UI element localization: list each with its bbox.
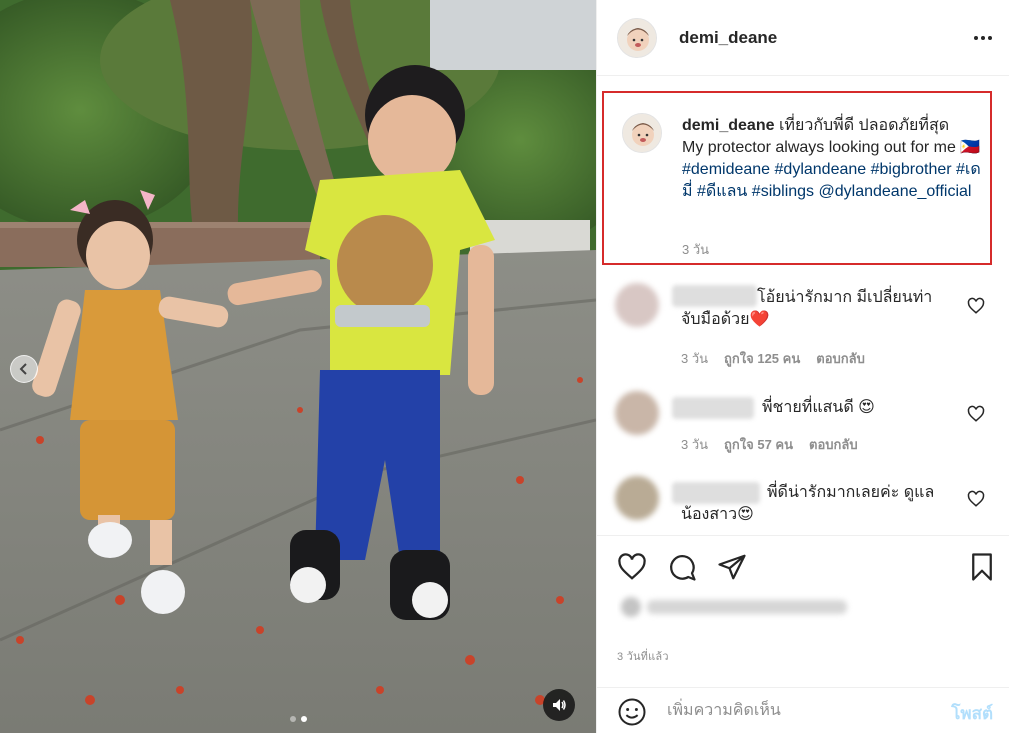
likes-summary-blurred[interactable] <box>617 592 867 622</box>
comment-icon <box>670 555 696 581</box>
commenter-avatar[interactable] <box>615 283 659 327</box>
commenter-username-blurred[interactable] <box>672 482 760 504</box>
like-button[interactable] <box>615 550 649 584</box>
add-comment-bar: โพสต์ <box>597 687 1009 733</box>
comment-text: พี่ชายที่แสนดี 😍 <box>762 399 875 416</box>
heart-icon[interactable] <box>967 297 985 315</box>
comment-item: พี่ดีน่ารักมากเลยค่ะ ดูแล น้องสาว😍 <box>597 470 1009 530</box>
comment-button[interactable] <box>665 550 699 584</box>
post-author-username[interactable]: demi_deane <box>679 28 777 48</box>
commenter-username-blurred[interactable] <box>672 397 754 419</box>
hashtag[interactable]: #bigbrother <box>871 161 952 178</box>
avatar[interactable] <box>617 17 657 58</box>
caption-text: demi_deane เที่ยวกับพี่ดี ปลอดภัยที่สุด … <box>682 115 982 203</box>
avatar-image <box>618 18 656 57</box>
hashtag[interactable]: #ดีแลน <box>697 183 747 200</box>
post-comment-button[interactable]: โพสต์ <box>951 700 993 727</box>
hashtag[interactable]: #demideane <box>682 161 770 178</box>
carousel-dot <box>289 716 296 722</box>
post-header: demi_deane <box>597 0 1009 76</box>
comment-item: โอ้ยน่ารักมาก มีเปลี่ยนท่า จับมือด้วย❤️ … <box>597 275 1009 375</box>
comment-text: จับมือด้วย❤️ <box>681 311 770 328</box>
hashtag[interactable]: #siblings <box>752 183 814 200</box>
caption-timestamp[interactable]: 3 วัน <box>682 239 709 260</box>
reply-button[interactable]: ตอบกลับ <box>809 434 858 455</box>
more-horizontal-icon <box>974 36 978 40</box>
comment-likes[interactable]: ถูกใจ 125 คน <box>724 348 800 369</box>
more-options-button[interactable] <box>971 28 995 48</box>
caption-emoji: 🇵🇭 <box>960 139 981 156</box>
post-photo <box>0 0 596 733</box>
caption-highlight: demi_deane เที่ยวกับพี่ดี ปลอดภัยที่สุด … <box>602 91 992 265</box>
bookmark-icon <box>972 553 992 581</box>
post-media[interactable] <box>0 0 596 733</box>
post-timestamp[interactable]: 3 วันที่แล้ว <box>617 647 669 665</box>
commenter-avatar[interactable] <box>615 476 659 520</box>
comment-text: โอ้ยน่ารักมาก มีเปลี่ยนท่า <box>757 289 933 306</box>
caption-avatar[interactable] <box>622 113 662 153</box>
comment-time[interactable]: 3 วัน <box>681 348 708 369</box>
paper-plane-icon <box>718 554 746 580</box>
heart-icon <box>618 553 646 580</box>
caption-english: My protector always looking out for me <box>682 139 956 156</box>
commenter-avatar[interactable] <box>615 391 659 435</box>
comment-text: พี่ดีน่ารักมากเลยค่ะ ดูแล <box>767 484 935 501</box>
avatar-image <box>623 114 661 152</box>
heart-icon[interactable] <box>967 405 985 423</box>
comment-meta: 3 วัน ถูกใจ 57 คน ตอบกลับ <box>681 434 858 455</box>
caption-username[interactable]: demi_deane <box>682 117 774 134</box>
caption-thai: เที่ยวกับพี่ดี ปลอดภัยที่สุด <box>778 117 950 134</box>
post-side-panel: demi_deane demi_deane เที่ยวกับพี่ดี ปลอ… <box>596 0 1009 733</box>
comment-item: พี่ชายที่แสนดี 😍 3 วัน ถูกใจ 57 คน ตอบกล… <box>597 385 1009 465</box>
comment-meta: 3 วัน ถูกใจ 125 คน ตอบกลับ <box>681 348 865 369</box>
heart-icon[interactable] <box>967 490 985 508</box>
speaker-icon <box>553 699 566 711</box>
carousel-dot-active <box>300 716 307 722</box>
reply-button[interactable]: ตอบกลับ <box>816 348 865 369</box>
comment-time[interactable]: 3 วัน <box>681 434 708 455</box>
chevron-left-icon <box>19 363 27 375</box>
carousel-indicator <box>0 716 596 722</box>
commenter-username-blurred[interactable] <box>672 285 757 307</box>
comment-text: น้องสาว😍 <box>681 506 754 523</box>
emoji-icon[interactable] <box>617 697 647 727</box>
comment-input[interactable] <box>667 698 927 724</box>
mention-link[interactable]: @dylandeane_official <box>819 183 972 200</box>
carousel-prev-button[interactable] <box>10 355 38 383</box>
share-button[interactable] <box>715 550 749 584</box>
hashtag[interactable]: #dylandeane <box>775 161 867 178</box>
comment-likes[interactable]: ถูกใจ 57 คน <box>724 434 793 455</box>
save-button[interactable] <box>965 550 999 584</box>
